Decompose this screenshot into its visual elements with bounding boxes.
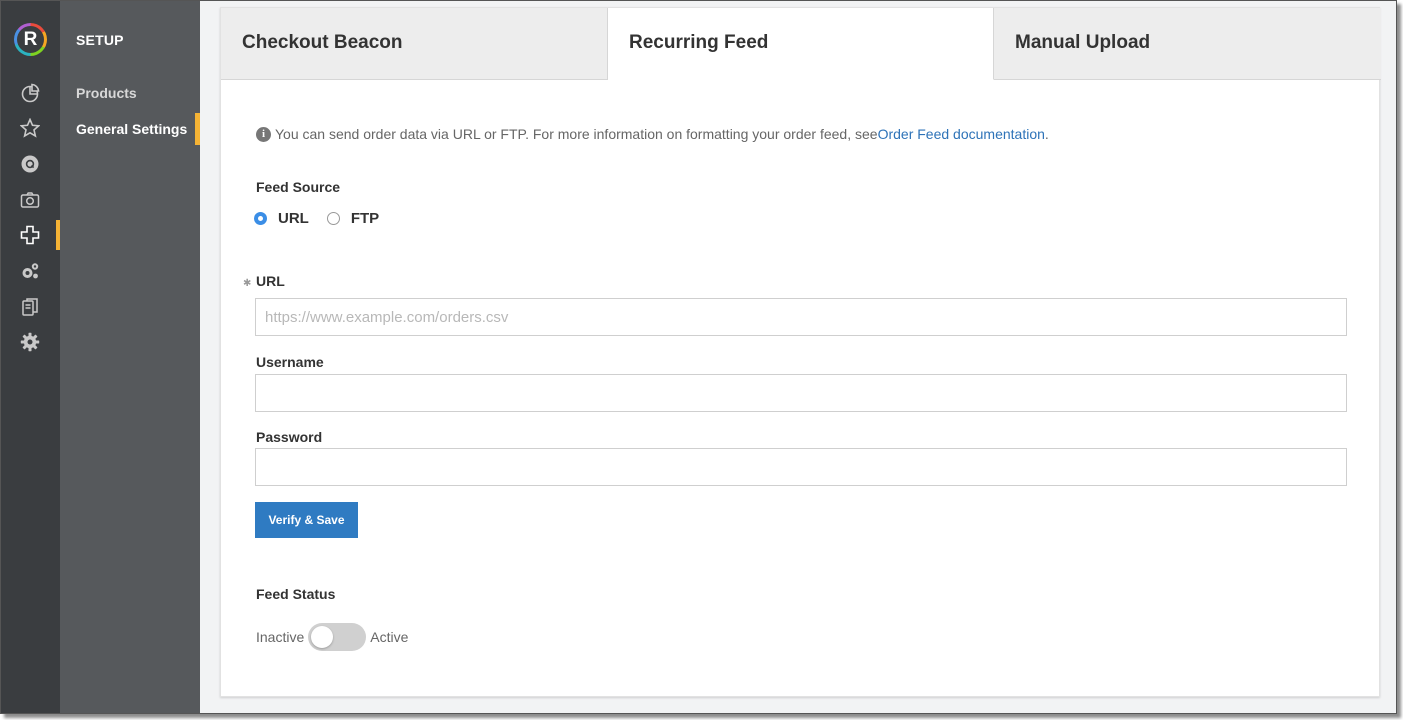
password-field-label: Password	[256, 429, 323, 445]
username-field-label: Username	[256, 354, 324, 370]
feed-status-control: Inactive Active	[256, 623, 408, 651]
tab-manual-upload[interactable]: Manual Upload	[994, 8, 1381, 80]
order-feed-documentation-link[interactable]: Order Feed documentation	[878, 126, 1045, 142]
required-asterisk-icon: ✱	[243, 278, 252, 289]
feed-status-toggle[interactable]	[308, 623, 367, 651]
username-input[interactable]	[255, 374, 1347, 412]
tab-recurring-feed[interactable]: Recurring Feed	[608, 8, 994, 80]
q-icon[interactable]	[18, 152, 42, 176]
gears-icon[interactable]	[18, 259, 42, 283]
camera-icon[interactable]	[18, 188, 42, 212]
app-logo[interactable]: R	[14, 23, 47, 56]
verify-save-button[interactable]: Verify & Save	[255, 502, 358, 538]
tab-bar: Checkout Beacon Recurring Feed Manual Up…	[221, 8, 1381, 80]
url-radio[interactable]	[254, 212, 267, 225]
icon-rail: R	[1, 1, 60, 713]
main-content: Checkout Beacon Recurring Feed Manual Up…	[200, 1, 1396, 713]
feed-status-label: Feed Status	[256, 586, 336, 602]
setup-title: SETUP	[76, 32, 124, 48]
password-input[interactable]	[255, 448, 1347, 486]
feed-source-radio-group: URL FTP	[254, 210, 397, 227]
info-text: You can send order data via URL or FTP. …	[275, 126, 878, 142]
tab-checkout-beacon[interactable]: Checkout Beacon	[221, 8, 608, 80]
toggle-active-label: Active	[370, 629, 409, 645]
setup-sidebar: SETUP Products General Settings	[60, 1, 200, 713]
url-radio-label[interactable]: URL	[278, 210, 309, 227]
settings-gear-icon[interactable]	[18, 330, 42, 354]
dashboard-icon[interactable]	[18, 81, 42, 105]
clipboard-icon[interactable]	[18, 295, 42, 319]
info-message: i You can send order data via URL or FTP…	[256, 126, 1049, 142]
info-suffix: .	[1044, 126, 1049, 142]
star-icon[interactable]	[18, 116, 42, 140]
logo-letter: R	[17, 26, 44, 53]
toggle-inactive-label: Inactive	[256, 629, 305, 645]
feed-source-label: Feed Source	[256, 179, 341, 195]
info-icon: i	[256, 126, 271, 142]
sidebar-item-general-settings[interactable]: General Settings	[76, 121, 187, 137]
ftp-radio-label[interactable]: FTP	[351, 210, 379, 227]
ftp-radio[interactable]	[326, 212, 340, 225]
settings-card: Checkout Beacon Recurring Feed Manual Up…	[220, 7, 1381, 697]
sidebar-item-products[interactable]: Products	[76, 85, 137, 101]
url-field-label: URL	[256, 273, 285, 289]
plus-icon[interactable]	[18, 223, 42, 247]
app-window: R SETUP Products General Settings Checko…	[0, 0, 1397, 714]
url-input[interactable]	[255, 298, 1347, 336]
toggle-knob	[311, 626, 334, 648]
